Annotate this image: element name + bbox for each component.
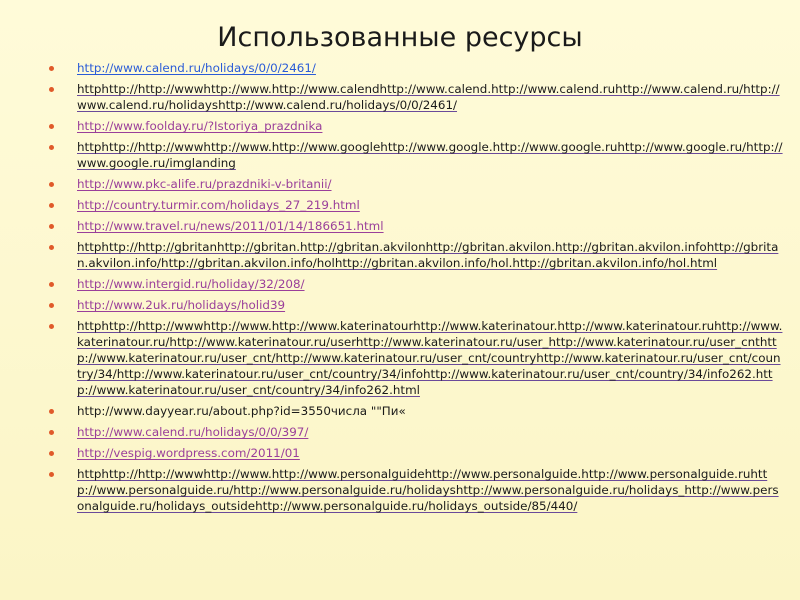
list-item: http://www.foolday.ru/?Istoriya_prazdnik… [48,118,785,134]
bullet-icon [49,409,54,414]
resource-link[interactable]: httphttp://http://gbritanhttp://gbritan.… [77,240,778,270]
list-item: http://www.2uk.ru/holidays/holid39 [48,297,785,313]
bullet-icon [49,245,54,250]
resource-link[interactable]: http://vespig.wordpress.com/2011/01 [77,446,300,460]
list-item: httphttp://http://wwwhttp://www.http://w… [48,139,785,171]
bullet-icon [49,303,54,308]
resource-link[interactable]: httphttp://http://wwwhttp://www.http://w… [77,140,783,170]
resource-link[interactable]: http://www.pkc-alife.ru/prazdniki-v-brit… [77,177,332,191]
resource-link[interactable]: httphttp://http://wwwhttp://www.http://w… [77,467,779,513]
bullet-icon [49,224,54,229]
resource-link[interactable]: http://www.2uk.ru/holidays/holid39 [77,298,285,312]
resource-list: http://www.calend.ru/holidays/0/0/2461/ … [48,60,785,519]
list-item: httphttp://http://gbritanhttp://gbritan.… [48,239,785,271]
resource-text: http://www.dayyear.ru/about.php?id=3550ч… [77,404,406,418]
resource-link[interactable]: http://country.turmir.com/holidays_27_21… [77,198,360,212]
bullet-icon [49,451,54,456]
page-title: Использованные ресурсы [217,22,583,53]
bullet-icon [49,124,54,129]
bullet-icon [49,87,54,92]
bullet-icon [49,182,54,187]
resource-link[interactable]: httphttp://http://wwwhttp://www.http://w… [77,319,782,397]
list-item: httphttp://http://wwwhttp://www.http://w… [48,81,785,113]
bullet-icon [49,472,54,477]
resource-link[interactable]: httphttp://http://wwwhttp://www.http://w… [77,82,780,112]
bullet-icon [49,203,54,208]
resource-link[interactable]: http://www.calend.ru/holidays/0/0/2461/ [77,61,316,75]
list-item: http://vespig.wordpress.com/2011/01 [48,445,785,461]
resource-link[interactable]: http://www.calend.ru/holidays/0/0/397/ [77,425,308,439]
bullet-icon [49,145,54,150]
list-item: httphttp://http://wwwhttp://www.http://w… [48,318,785,398]
resource-link[interactable]: http://www.travel.ru/news/2011/01/14/186… [77,219,384,233]
list-item: http://www.intergid.ru/holiday/32/208/ [48,276,785,292]
resource-link[interactable]: http://www.foolday.ru/?Istoriya_prazdnik… [77,119,322,133]
list-item: http://www.pkc-alife.ru/prazdniki-v-brit… [48,176,785,192]
list-item: http://www.calend.ru/holidays/0/0/2461/ [48,60,785,76]
list-item: http://www.calend.ru/holidays/0/0/397/ [48,424,785,440]
list-item: httphttp://http://wwwhttp://www.http://w… [48,466,785,514]
bullet-icon [49,66,54,71]
list-item: http://www.dayyear.ru/about.php?id=3550ч… [48,403,785,419]
list-item: http://country.turmir.com/holidays_27_21… [48,197,785,213]
bullet-icon [49,282,54,287]
bullet-icon [49,324,54,329]
list-item: http://www.travel.ru/news/2011/01/14/186… [48,218,785,234]
bullet-icon [49,430,54,435]
resource-link[interactable]: http://www.intergid.ru/holiday/32/208/ [77,277,305,291]
